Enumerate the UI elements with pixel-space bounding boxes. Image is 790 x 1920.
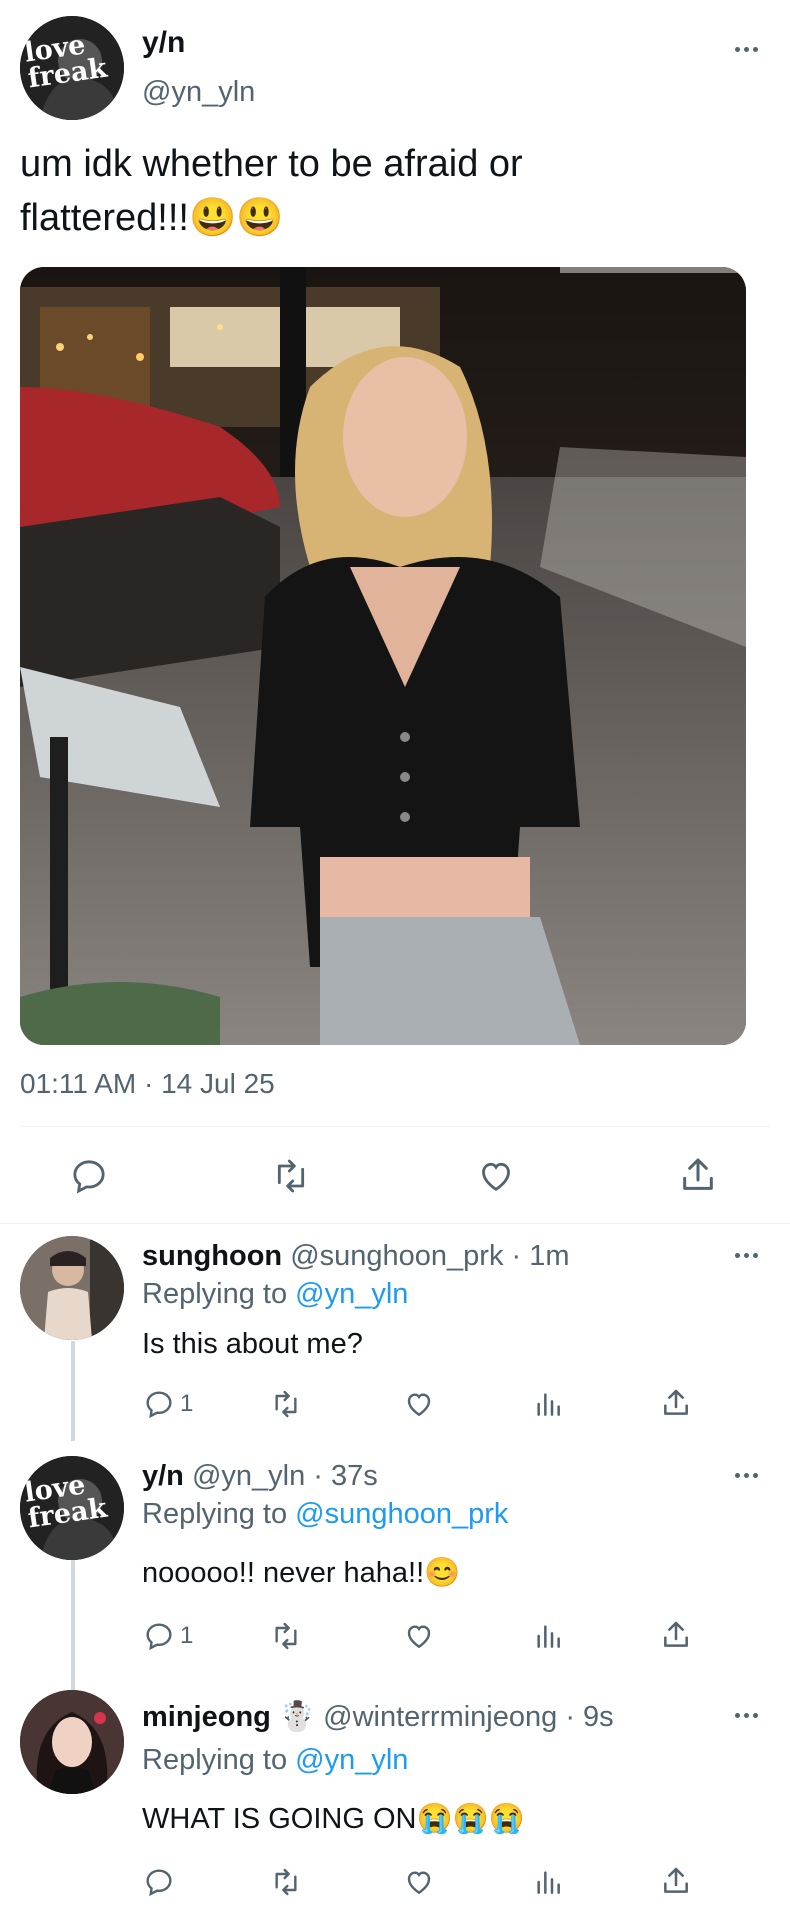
retweet-icon bbox=[275, 1390, 297, 1418]
main-author-handle[interactable]: @yn_yln bbox=[142, 76, 255, 109]
reply-icon bbox=[146, 1623, 172, 1651]
reply2-share-button[interactable] bbox=[660, 1618, 692, 1652]
reply-icon bbox=[146, 1391, 172, 1419]
reply2-name[interactable]: y/n bbox=[142, 1460, 184, 1492]
main-author-avatar[interactable]: love freak bbox=[20, 16, 124, 120]
reply-icon bbox=[146, 1869, 172, 1897]
reply1-like-button[interactable] bbox=[402, 1388, 436, 1420]
reply1-avatar[interactable] bbox=[20, 1236, 124, 1340]
reply3-text: WHAT IS GOING ON😭😭😭 bbox=[142, 1803, 525, 1835]
reply3-name[interactable]: minjeong ☃️ bbox=[142, 1701, 315, 1733]
reply2-header: y/n @yn_yln · 37s bbox=[142, 1460, 378, 1493]
reply3-avatar[interactable] bbox=[20, 1690, 124, 1794]
retweet-icon bbox=[277, 1159, 305, 1193]
share-icon bbox=[664, 1621, 688, 1647]
like-icon bbox=[407, 1625, 431, 1649]
main-more-button[interactable] bbox=[735, 47, 758, 52]
reply2-meta[interactable]: @yn_yln · 37s bbox=[192, 1460, 378, 1492]
share-icon bbox=[664, 1867, 688, 1893]
reply3-replying-prefix: Replying to bbox=[142, 1744, 288, 1776]
reply3-share-button[interactable] bbox=[660, 1864, 692, 1898]
like-icon bbox=[407, 1871, 431, 1895]
reply2-reply-count: 1 bbox=[180, 1622, 194, 1649]
divider-top bbox=[20, 1126, 770, 1127]
avatar-image bbox=[20, 1690, 124, 1794]
main-author-name[interactable]: y/n bbox=[142, 26, 185, 60]
share-icon bbox=[683, 1158, 713, 1190]
reply3-like-button[interactable] bbox=[402, 1866, 436, 1898]
reply3-meta[interactable]: @winterrminjeong · 9s bbox=[323, 1701, 614, 1733]
reply1-reply-button[interactable]: 1 bbox=[142, 1388, 193, 1420]
reply2-more-button[interactable] bbox=[735, 1473, 758, 1478]
reply3-replying: Replying to @yn_yln bbox=[142, 1744, 408, 1777]
reply1-replying-prefix: Replying to bbox=[142, 1278, 288, 1310]
reply2-avatar[interactable]: love freak bbox=[20, 1456, 124, 1560]
more-icon bbox=[735, 47, 740, 52]
reply1-name[interactable]: sunghoon bbox=[142, 1240, 282, 1272]
reply3-retweet-button[interactable] bbox=[268, 1866, 304, 1898]
reply2-like-button[interactable] bbox=[402, 1620, 436, 1652]
photo-image bbox=[20, 267, 746, 1045]
reply2-reply-button[interactable]: 1 bbox=[142, 1620, 193, 1652]
like-icon bbox=[407, 1393, 431, 1417]
retweet-icon bbox=[275, 1622, 297, 1650]
main-tweet-text-line1: um idk whether to be afraid or bbox=[20, 143, 523, 185]
like-icon bbox=[482, 1162, 510, 1191]
views-icon bbox=[537, 1625, 560, 1648]
views-icon bbox=[537, 1393, 560, 1416]
reply1-reply-count: 1 bbox=[180, 1390, 194, 1417]
more-icon bbox=[735, 1473, 740, 1478]
main-reply-button[interactable] bbox=[68, 1156, 110, 1196]
reply1-text: Is this about me? bbox=[142, 1328, 363, 1360]
reply1-share-button[interactable] bbox=[660, 1386, 692, 1420]
reply1-views-button[interactable] bbox=[532, 1388, 564, 1420]
thread-line-1 bbox=[71, 1341, 75, 1441]
tweet-photo[interactable] bbox=[20, 267, 746, 1045]
thread-line-2 bbox=[71, 1560, 75, 1690]
main-share-button[interactable] bbox=[678, 1154, 718, 1196]
divider-bottom bbox=[0, 1223, 790, 1224]
more-icon bbox=[735, 1253, 740, 1258]
reply1-more-button[interactable] bbox=[735, 1253, 758, 1258]
main-tweet-text: um idk whether to be afraid or flattered… bbox=[20, 137, 523, 245]
reply1-retweet-button[interactable] bbox=[268, 1388, 304, 1420]
reply2-text: nooooo!! never haha!!😊 bbox=[142, 1557, 461, 1589]
more-icon bbox=[735, 1713, 740, 1718]
main-tweet-text-line2: flattered!!!😃😃 bbox=[20, 197, 284, 239]
reply3-reply-button[interactable] bbox=[142, 1866, 180, 1898]
reply3-more-button[interactable] bbox=[735, 1713, 758, 1718]
reply1-replying: Replying to @yn_yln bbox=[142, 1278, 408, 1311]
reply2-replying: Replying to @sunghoon_prk bbox=[142, 1498, 508, 1531]
reply2-replying-prefix: Replying to bbox=[142, 1498, 288, 1530]
reply-icon bbox=[73, 1160, 105, 1194]
retweet-icon bbox=[275, 1868, 297, 1896]
reply2-views-button[interactable] bbox=[532, 1620, 564, 1652]
reply1-meta[interactable]: @sunghoon_prk · 1m bbox=[290, 1240, 569, 1272]
share-icon bbox=[664, 1389, 688, 1415]
reply1-replying-link[interactable]: @yn_yln bbox=[295, 1278, 408, 1310]
views-icon bbox=[537, 1871, 560, 1894]
avatar-image bbox=[20, 1236, 124, 1340]
reply3-header: minjeong ☃️ @winterrminjeong · 9s bbox=[142, 1700, 614, 1734]
reply2-retweet-button[interactable] bbox=[268, 1620, 304, 1652]
reply1-header: sunghoon @sunghoon_prk · 1m bbox=[142, 1240, 570, 1273]
reply3-replying-link[interactable]: @yn_yln bbox=[295, 1744, 408, 1776]
main-tweet-timestamp[interactable]: 01:11 AM · 14 Jul 25 bbox=[20, 1068, 275, 1100]
reply2-replying-link[interactable]: @sunghoon_prk bbox=[295, 1498, 508, 1530]
main-retweet-button[interactable] bbox=[268, 1156, 314, 1196]
reply3-views-button[interactable] bbox=[532, 1866, 564, 1898]
main-like-button[interactable] bbox=[475, 1156, 517, 1196]
